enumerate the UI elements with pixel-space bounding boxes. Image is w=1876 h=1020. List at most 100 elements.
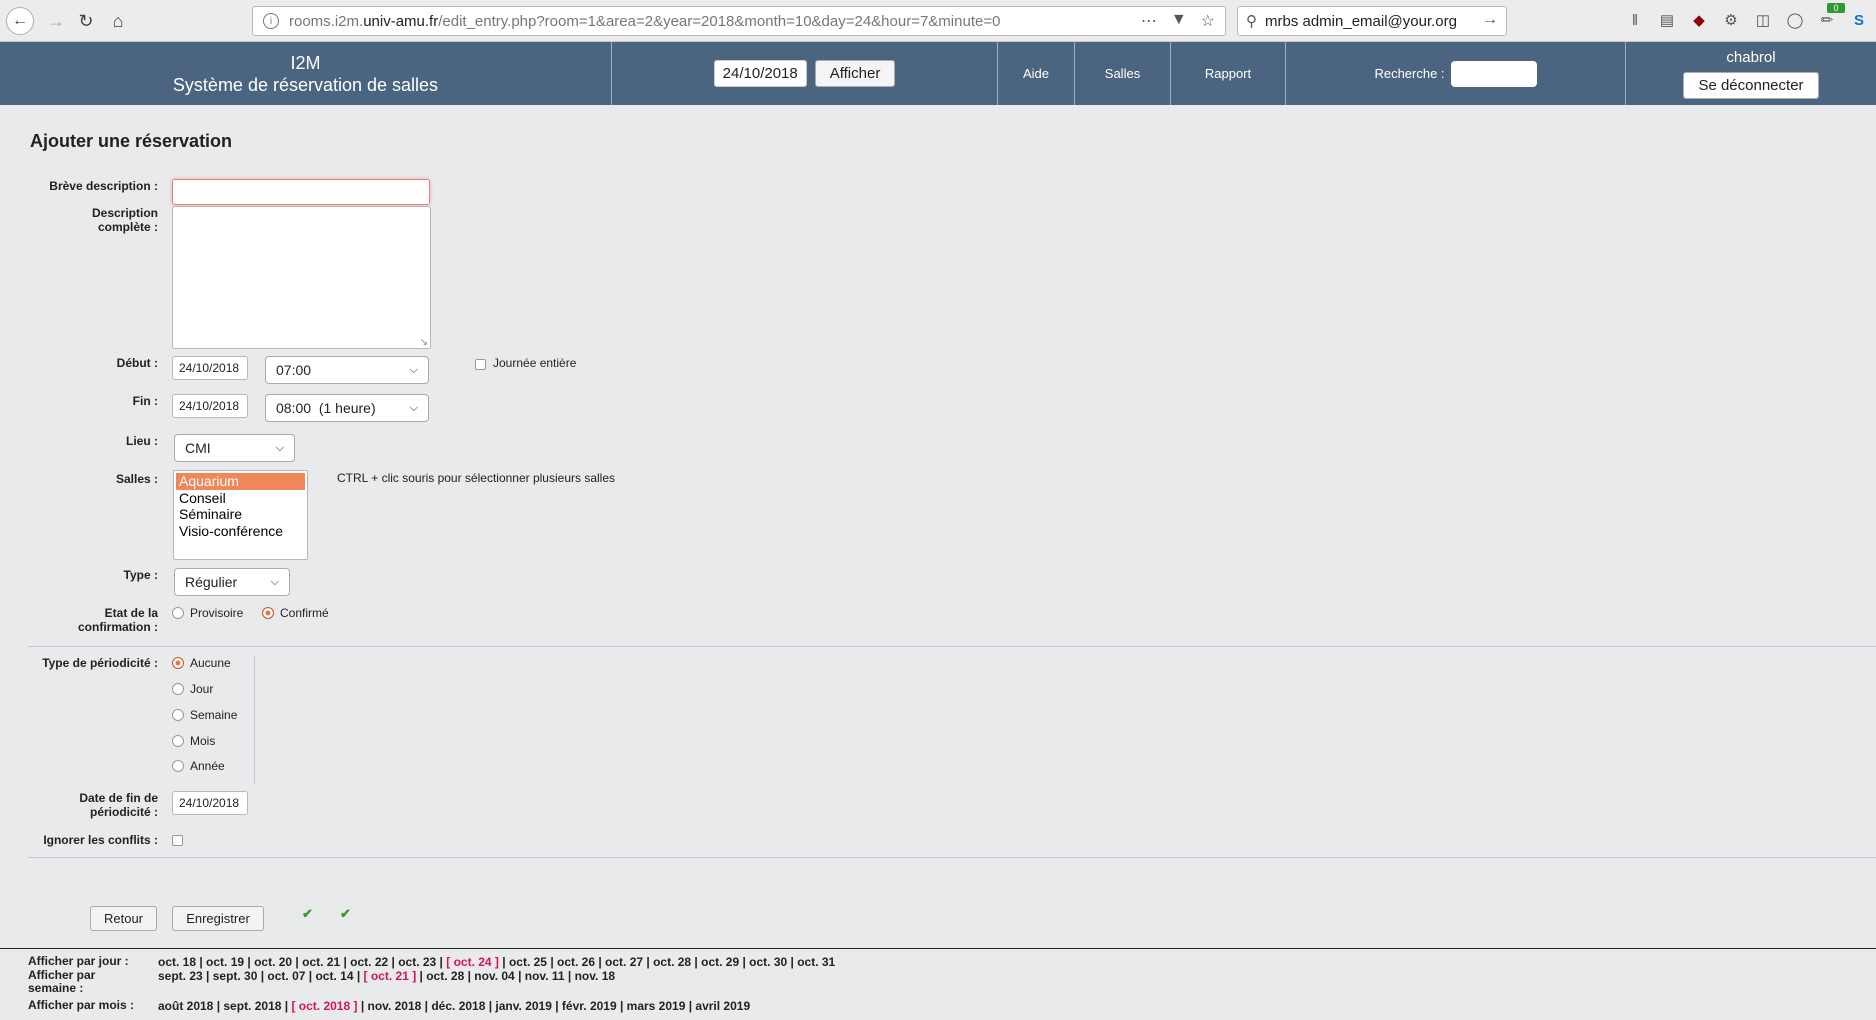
url-path: /edit_entry.php?room=1&area=2&year=2018&… <box>438 12 1001 30</box>
etat-label: Etat de la confirmation : <box>20 606 158 634</box>
description-label-line1: Description <box>91 206 158 220</box>
month-links-after[interactable]: | nov. 2018 | déc. 2018 | janv. 2019 | f… <box>357 999 750 1013</box>
salles-hint: CTRL + clic souris pour sélectionner plu… <box>337 471 616 485</box>
description-label-line2: complète : <box>97 220 158 234</box>
pocket-icon[interactable]: ▼ <box>1171 11 1187 31</box>
site-info-icon[interactable]: i <box>263 13 279 29</box>
description-textarea[interactable]: ↘ <box>172 206 431 349</box>
current-week-link[interactable]: [ oct. 21 ] <box>364 969 417 983</box>
nav-aide[interactable]: Aide <box>998 42 1075 105</box>
periodicite-aucune-label: Aucune <box>190 656 231 670</box>
periodicite-divider <box>254 656 255 784</box>
month-links[interactable]: août 2018 | sept. 2018 | <box>158 999 291 1013</box>
breve-label: Brève description : <box>49 179 158 193</box>
extension-icon[interactable]: ◯ <box>1786 11 1804 29</box>
ignorer-conflits-checkbox[interactable] <box>172 835 183 846</box>
skype-icon[interactable]: S <box>1850 12 1868 29</box>
forward-arrow-icon[interactable]: → <box>42 7 70 35</box>
periodicite-label: Type de périodicité : <box>42 656 158 670</box>
search-go-icon[interactable]: → <box>1482 11 1498 29</box>
week-links-after[interactable]: | oct. 28 | nov. 04 | nov. 11 | nov. 18 <box>416 969 616 983</box>
periodicite-annee-radio[interactable] <box>172 760 184 772</box>
periodicite-jour-label: Jour <box>190 682 214 696</box>
lieu-label: Lieu : <box>126 434 158 448</box>
address-bar[interactable]: i rooms.i2m. univ-amu.fr/edit_entry.php?r… <box>252 6 1226 36</box>
home-icon[interactable]: ⌂ <box>104 7 132 35</box>
ublock-icon[interactable]: ◆ <box>1690 11 1708 29</box>
user-area: chabrol Se déconnecter <box>1626 42 1876 105</box>
lieu-select[interactable]: CMI ⌵ <box>174 434 295 462</box>
debut-time-value: 07:00 <box>276 362 312 378</box>
footer-mois-links[interactable]: août 2018 | sept. 2018 | [ oct. 2018 ] |… <box>158 999 750 1013</box>
current-month-link[interactable]: [ oct. 2018 ] <box>291 999 357 1013</box>
enregistrer-button[interactable]: Enregistrer <box>172 906 264 931</box>
type-label: Type : <box>123 568 158 582</box>
salle-option[interactable]: Séminaire <box>176 506 305 523</box>
journee-entiere-checkbox[interactable] <box>475 359 486 370</box>
org-name[interactable]: I2M <box>290 52 320 74</box>
footer-jour-links[interactable]: oct. 18 | oct. 19 | oct. 20 | oct. 21 | … <box>158 955 835 969</box>
more-actions-icon[interactable]: ⋯ <box>1141 11 1157 31</box>
library-icon[interactable]: ‖ <box>1626 12 1644 29</box>
site-title[interactable]: I2M Système de réservation de salles <box>0 42 612 105</box>
current-day-link[interactable]: [ oct. 24 ] <box>446 955 499 969</box>
journee-entiere-label: Journée entière <box>493 356 577 370</box>
fin-periodicite-label-line2: périodicité : <box>89 805 158 819</box>
day-links-after[interactable]: | oct. 25 | oct. 26 | oct. 27 | oct. 28 … <box>499 955 835 969</box>
type-select[interactable]: Régulier ⌵ <box>174 568 290 596</box>
ignorer-conflits-label: Ignorer les conflits : <box>43 833 158 847</box>
header-date-input[interactable]: 24/10/2018 <box>713 60 807 87</box>
day-links[interactable]: oct. 18 | oct. 19 | oct. 20 | oct. 21 | … <box>158 955 446 969</box>
browser-search-field[interactable]: ⚲ mrbs admin_email@your.org → <box>1237 6 1507 36</box>
type-value: Régulier <box>185 574 238 590</box>
check-icon: ✔ <box>302 906 313 921</box>
page-title: Ajouter une réservation <box>30 131 233 151</box>
afficher-button[interactable]: Afficher <box>814 60 896 87</box>
search-label: Recherche : <box>1374 66 1445 81</box>
breve-description-input[interactable] <box>172 179 430 205</box>
resize-handle-icon[interactable]: ↘ <box>420 337 428 348</box>
debut-date-input[interactable]: 24/10/2018 <box>172 356 248 380</box>
browser-toolbar: ← → ↻ ⌂ i rooms.i2m. univ-amu.fr/edit_ent… <box>0 0 1876 42</box>
sidebar-icon[interactable]: ◫ <box>1754 11 1772 29</box>
logout-button[interactable]: Se déconnecter <box>1683 71 1819 99</box>
fin-date-input[interactable]: 24/10/2018 <box>172 394 248 418</box>
debut-time-select[interactable]: 07:00 ⌵ <box>265 356 429 384</box>
periodicite-semaine-label: Semaine <box>190 708 238 722</box>
footer-semaine-links[interactable]: sept. 23 | sept. 30 | oct. 07 | oct. 14 … <box>158 969 615 983</box>
salle-option[interactable]: Visio-conférence <box>176 523 305 540</box>
reload-icon[interactable]: ↻ <box>72 7 100 35</box>
etat-confirme-radio[interactable] <box>262 607 274 619</box>
salles-label: Salles : <box>115 472 158 486</box>
settings-gear-icon[interactable]: ⚙ <box>1722 11 1740 29</box>
week-links[interactable]: sept. 23 | sept. 30 | oct. 07 | oct. 14 … <box>158 969 364 983</box>
header-search-input[interactable] <box>1450 60 1537 87</box>
url-host: univ-amu.fr <box>363 12 439 30</box>
reader-view-icon[interactable]: ▤ <box>1658 11 1676 29</box>
salle-option[interactable]: Aquarium <box>176 473 305 490</box>
etat-label-line1: Etat de la <box>104 606 158 620</box>
periodicite-mois-radio[interactable] <box>172 735 184 747</box>
etat-provisoire-label: Provisoire <box>190 606 244 620</box>
etat-provisoire-radio[interactable] <box>172 607 184 619</box>
retour-button[interactable]: Retour <box>90 906 157 931</box>
date-picker-area: 24/10/2018 Afficher <box>612 42 998 105</box>
etat-label-line2: confirmation : <box>78 620 158 634</box>
chevron-down-icon: ⌵ <box>275 441 284 454</box>
bookmark-star-icon[interactable]: ☆ <box>1201 11 1215 31</box>
system-name[interactable]: Système de réservation de salles <box>173 74 438 96</box>
footer-mois-label: Afficher par mois : <box>28 998 135 1012</box>
periodicite-semaine-radio[interactable] <box>172 709 184 721</box>
salles-listbox[interactable]: Aquarium Conseil Séminaire Visio-confére… <box>173 470 308 560</box>
back-arrow-icon[interactable]: ← <box>6 7 34 35</box>
periodicite-jour-radio[interactable] <box>172 683 184 695</box>
fin-periodicite-date-input[interactable]: 24/10/2018 <box>172 791 248 815</box>
nav-rapport[interactable]: Rapport <box>1171 42 1286 105</box>
lieu-value: CMI <box>185 440 211 456</box>
notification-icon[interactable]: ✏ 0 <box>1818 3 1845 29</box>
salle-option[interactable]: Conseil <box>176 490 305 507</box>
chevron-down-icon: ⌵ <box>409 363 418 376</box>
nav-salles[interactable]: Salles <box>1075 42 1171 105</box>
periodicite-aucune-radio[interactable] <box>172 657 184 669</box>
fin-time-select[interactable]: 08:00 (1 heure) ⌵ <box>265 394 429 422</box>
